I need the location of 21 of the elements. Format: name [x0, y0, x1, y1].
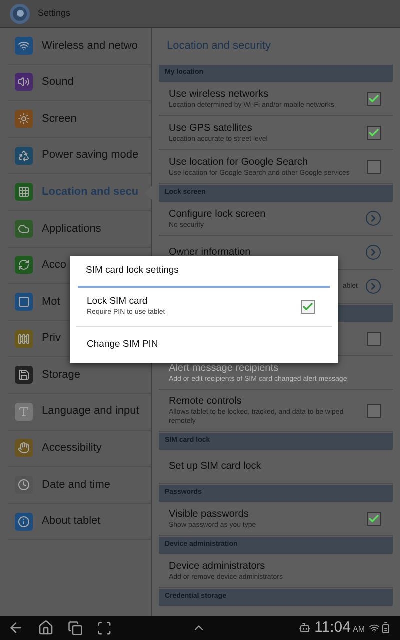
panel-title: Location and security: [167, 38, 271, 54]
sidebar-label: Applications: [42, 222, 102, 237]
sidebar-label: Power saving mode: [42, 148, 139, 164]
sidebar-label: Wireless and netwo: [42, 38, 138, 54]
sidebar-label: About tablet: [42, 514, 101, 530]
sidebar-label: Sound: [42, 75, 74, 90]
sidebar-label: Storage: [42, 368, 81, 383]
clock-ampm: AM: [353, 624, 365, 636]
clock-time: 11:04: [314, 618, 351, 638]
dialog-title: SIM card lock settings: [86, 264, 179, 278]
sidebar-label: Language and input: [42, 404, 140, 420]
sidebar-label: Mot: [42, 294, 60, 310]
sidebar-label: Location and secu: [42, 184, 139, 200]
option-title: Change SIM PIN: [87, 339, 160, 351]
sidebar-label: Priv: [42, 331, 61, 346]
option-title: Lock SIM card: [87, 296, 149, 308]
sidebar-label: Accessibility: [42, 441, 102, 456]
sidebar-label: Screen: [42, 112, 77, 127]
sidebar-label: Date and time: [42, 478, 110, 493]
app-title: Settings: [38, 6, 71, 20]
sidebar-label: Acco: [42, 258, 66, 274]
